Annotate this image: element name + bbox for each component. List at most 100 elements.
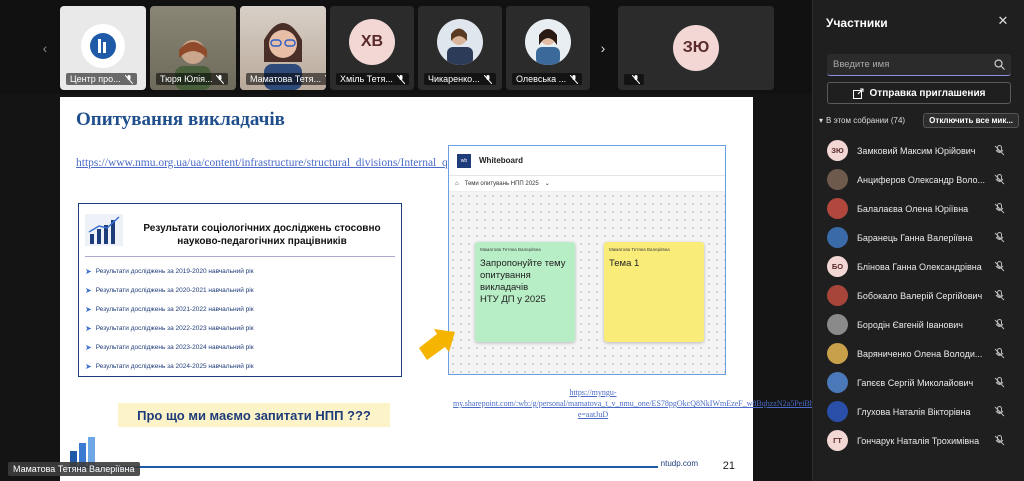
section-label: В этом собрании (74)	[826, 115, 906, 125]
participant-row[interactable]: Варяниченко Олена Володи...	[813, 339, 1024, 368]
mic-off-icon	[994, 406, 1005, 417]
whiteboard-canvas: Маматова Тетяна Валеріївна Запропонуйте …	[449, 192, 725, 374]
mic-off-icon	[994, 174, 1005, 185]
research-item[interactable]: ➤ Результати досліджень за 2023-2024 навч…	[85, 338, 254, 357]
send-invite-button[interactable]: Отправка приглашения	[827, 82, 1011, 104]
research-item[interactable]: ➤ Результати досліджень за 2022-2023 навч…	[85, 319, 254, 338]
footer-site: ntudp.com	[657, 459, 701, 468]
panel-title: Участники	[826, 16, 888, 30]
research-item[interactable]: ➤ Результати досліджень за 2019-2020 навч…	[85, 262, 254, 281]
research-item[interactable]: ➤ Результати досліджень за 2020-2021 навч…	[85, 281, 254, 300]
note-author: Маматова Тетяна Валеріївна	[480, 247, 541, 252]
research-item[interactable]: ➤ Результати досліджень за 2021-2022 навч…	[85, 300, 254, 319]
tile-label: Центр про...	[66, 73, 137, 85]
board-name: Теми опитувань НПП 2025	[464, 180, 539, 187]
mic-off-icon	[216, 74, 225, 84]
tile-label: Олевська ...	[512, 73, 583, 85]
avatar	[827, 227, 848, 248]
tile-label: Маматова Тетя...	[246, 73, 326, 85]
participant-photo	[437, 19, 483, 65]
participant-row[interactable]: ГТ Гончарук Наталія Трохимівна	[813, 426, 1024, 455]
mic-off-icon	[994, 377, 1005, 388]
shared-slide: Опитування викладачів https://www.nmu.or…	[60, 97, 859, 481]
mic-off-icon	[631, 74, 641, 85]
research-list: ➤ Результати досліджень за 2019-2020 навч…	[85, 262, 254, 376]
tile-name: Центр про...	[70, 74, 121, 84]
arrow-right-icon: ➤	[85, 286, 92, 295]
participant-row[interactable]: Бобокало Валерій Сергійович	[813, 281, 1024, 310]
arrow-right-icon: ➤	[85, 362, 92, 371]
tile-label: Хміль Тетя...	[336, 73, 409, 85]
strip-next-arrow[interactable]: ›	[594, 6, 612, 90]
avatar: БО	[827, 256, 848, 277]
whiteboard-toolbar: ⌂ Теми опитувань НПП 2025 ⌄	[449, 176, 725, 192]
strip-prev-arrow[interactable]: ‹	[36, 6, 54, 90]
participant-row[interactable]: Анциферов Олександр Воло...	[813, 165, 1024, 194]
research-item-label: Результати досліджень за 2020-2021 навча…	[95, 287, 254, 294]
avatar: ГТ	[827, 430, 848, 451]
section-toggle[interactable]: ▾ В этом собрании (74)	[819, 116, 905, 125]
video-tile-2[interactable]: Тюря Юлія...	[150, 6, 236, 90]
teachers-survey-link[interactable]: https://www.nmu.org.ua/ua/content/infras…	[76, 155, 604, 171]
whiteboard-logo-icon: wb	[457, 153, 471, 168]
video-tile-5[interactable]: Чикаренко...	[418, 6, 502, 90]
home-icon: ⌂	[455, 180, 459, 187]
mic-off-icon	[124, 74, 134, 84]
video-tile-1[interactable]: Центр про...	[60, 6, 146, 90]
video-tile-4[interactable]: ХВ Хміль Тетя...	[330, 6, 414, 90]
participant-row[interactable]: Гапєєв Сергій Миколайович	[813, 368, 1024, 397]
tile-name: Маматова Тетя...	[250, 74, 322, 84]
video-tile-7[interactable]: ЗЮ	[618, 6, 774, 90]
whiteboard-link[interactable]: https://myngu-my.sharepoint.com/:wb:/g/p…	[453, 387, 859, 420]
avatar	[827, 372, 848, 393]
mic-off-icon	[569, 74, 579, 84]
mic-off-icon	[994, 145, 1005, 156]
participant-row[interactable]: Баранець Ганна Валеріївна	[813, 223, 1024, 252]
participant-name: Глухова Наталія Вікторівна	[857, 406, 971, 417]
slide-title: Опитування викладачів	[76, 109, 285, 130]
participant-row[interactable]: ЗЮ Замковий Максим Юрійович	[813, 136, 1024, 165]
search-input[interactable]	[833, 59, 983, 70]
participant-row[interactable]: Глухова Наталія Вікторівна	[813, 397, 1024, 426]
mic-off-icon	[994, 261, 1005, 272]
avatar	[827, 401, 848, 422]
video-tile-3[interactable]: Маматова Тетя...	[240, 6, 326, 90]
chart-growth-icon	[85, 214, 123, 246]
note-text: Запропонуйте тему опитування викладачів …	[480, 258, 566, 305]
chevron-down-icon: ▾	[819, 115, 824, 125]
tile-name: Олевська ...	[516, 74, 567, 84]
sticky-note: Маматова Тетяна Валеріївна Тема 1	[604, 242, 704, 342]
avatar	[827, 169, 848, 190]
participant-row[interactable]: Балалаєва Олена Юріївна	[813, 194, 1024, 223]
arrow-right-icon: ➤	[85, 305, 92, 314]
research-item-label: Результати досліджень за 2021-2022 навча…	[95, 306, 254, 313]
mic-off-icon	[994, 435, 1005, 446]
share-icon	[852, 88, 864, 99]
avatar	[827, 198, 848, 219]
in-meeting-section: ▾ В этом собрании (74) Отключить все мик.…	[819, 112, 1019, 128]
video-tile-6[interactable]: Олевська ...	[506, 6, 590, 90]
mic-off-icon	[994, 348, 1005, 359]
divider	[85, 256, 395, 257]
research-item[interactable]: ➤ Результати досліджень за 2024-2025 навч…	[85, 357, 254, 376]
mic-off-icon	[994, 232, 1005, 243]
chevron-down-icon: ⌄	[544, 181, 550, 187]
note-author: Маматова Тетяна Валеріївна	[609, 247, 670, 252]
mute-all-button[interactable]: Отключить все мик...	[923, 112, 1019, 128]
research-item-label: Результати досліджень за 2019-2020 навча…	[95, 268, 254, 275]
participant-row[interactable]: Бородін Євгеній Іванович	[813, 310, 1024, 339]
mic-off-icon	[324, 74, 326, 84]
participant-name: Замковий Максим Юрійович	[857, 145, 976, 156]
participant-search[interactable]	[827, 54, 1011, 76]
participant-row[interactable]: БО Блінова Ганна Олександрівна	[813, 252, 1024, 281]
tile-name: Хміль Тетя...	[340, 74, 393, 84]
mic-off-icon	[994, 319, 1005, 330]
participant-name: Баранець Ганна Валеріївна	[857, 232, 973, 243]
research-results-box: Результати соціологічних досліджень стос…	[78, 203, 402, 377]
participant-name: Гончарук Наталія Трохимівна	[857, 435, 980, 446]
participant-list: ЗЮ Замковий Максим Юрійович Анциферов Оле…	[813, 136, 1024, 455]
participant-name: Бобокало Валерій Сергійович	[857, 290, 983, 301]
pointer-arrow-icon	[419, 329, 455, 360]
whiteboard-header: wb Whiteboard	[449, 146, 725, 176]
close-icon[interactable]: ✕	[996, 13, 1010, 28]
